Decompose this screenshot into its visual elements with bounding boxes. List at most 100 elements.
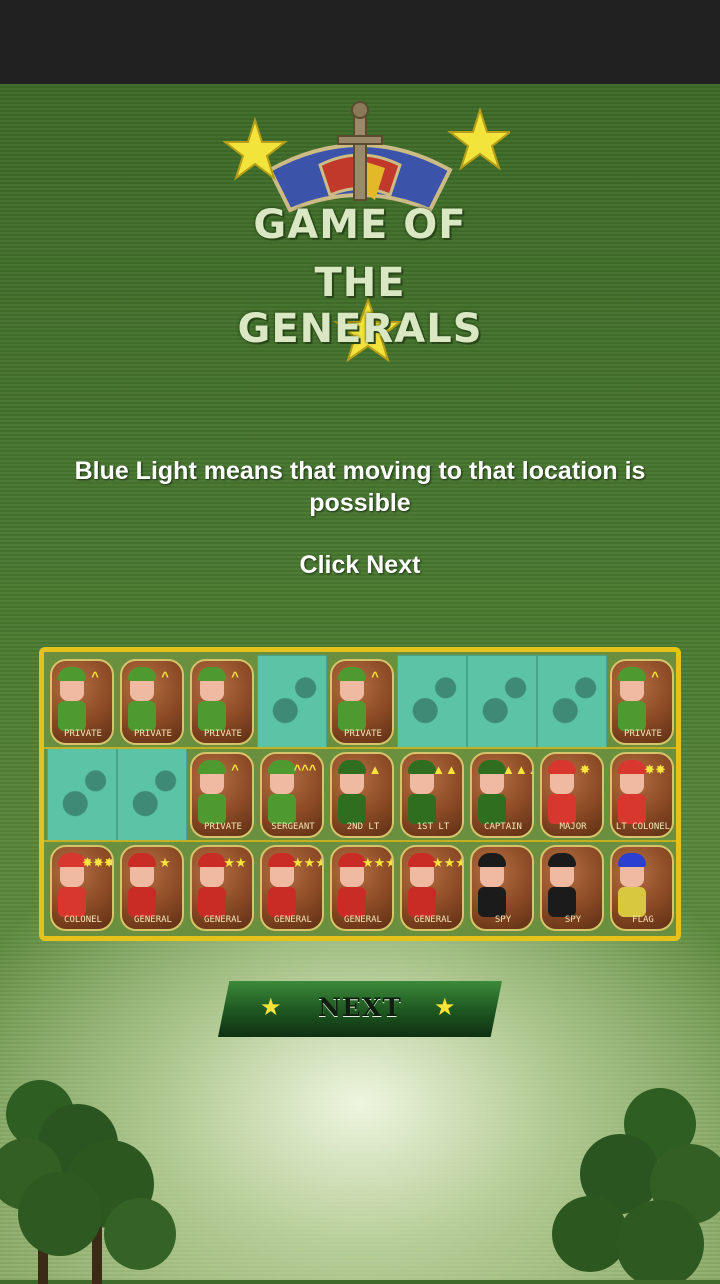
next-button[interactable]: ★ NEXT ★ [218,981,502,1037]
piece-lieutenant[interactable]: ▲ 2ND LT [330,752,394,838]
board-cell-general[interactable]: ★★★ GENERAL [257,841,327,934]
board-cell-colonel[interactable]: ✸✸✸ COLONEL [47,841,117,934]
piece-private[interactable]: ^ PRIVATE [120,659,184,745]
piece-label: CAPTAIN [484,822,522,832]
board-cell-general[interactable]: ★ GENERAL [117,841,187,934]
piece-major[interactable]: ✸ MAJOR [540,752,604,838]
uniform-icon [618,887,646,917]
board-empty-tile[interactable] [537,655,607,748]
piece-general[interactable]: ★★★ GENERAL [260,845,324,931]
rank-insignia: ★★★★ [362,855,392,870]
uniform-icon [478,794,506,824]
piece-label: GENERAL [274,915,312,925]
piece-general[interactable]: ★★★★★ GENERAL [400,845,464,931]
uniform-icon [548,794,576,824]
piece-private[interactable]: ^ PRIVATE [50,659,114,745]
board-cell-private[interactable]: ^ PRIVATE [47,655,117,748]
board-empty-tile[interactable] [397,655,467,748]
next-button-label: NEXT [318,993,402,1022]
board-cell-private[interactable]: ^ PRIVATE [607,655,677,748]
logo-title-line2: THE GENERALS [237,260,483,352]
rank-insignia: ✸✸✸ [82,855,114,870]
piece-label: 2ND LT [346,822,380,832]
board-empty-tile[interactable] [467,655,537,748]
piece-sergeant[interactable]: ^^^ SERGEANT [260,752,324,838]
piece-flag[interactable]: FLAG [610,845,674,931]
rank-insignia: ^ [651,669,659,684]
piece-colonel[interactable]: ✸✸✸ COLONEL [50,845,114,931]
board-cell-spy[interactable]: SPY [467,841,537,934]
rank-insignia: ★★★★★ [432,855,462,870]
piece-general[interactable]: ★ GENERAL [120,845,184,931]
board-cell-spy[interactable]: SPY [537,841,607,934]
uniform-icon [618,701,646,731]
piece-private[interactable]: ^ PRIVATE [330,659,394,745]
rank-insignia: ^ [231,762,239,777]
uniform-icon [408,887,436,917]
piece-lt-colonel[interactable]: ✸✸ LT COLONEL [610,752,674,838]
board-cell-major[interactable]: ✸ MAJOR [537,748,607,841]
star-icon [447,106,510,171]
board-cell-private[interactable]: ^ PRIVATE [187,748,257,841]
uniform-icon [338,887,366,917]
piece-label: SPY [564,915,582,925]
piece-label: PRIVATE [64,729,102,739]
rank-insignia: ★★★ [292,855,324,870]
board-cell-flag[interactable]: FLAG [607,841,677,934]
board-cell-private[interactable]: ^ PRIVATE [327,655,397,748]
board-cell-general[interactable]: ★★★★ GENERAL [327,841,397,934]
piece-label: GENERAL [414,915,452,925]
piece-lieutenant[interactable]: ▲▲ 1ST LT [400,752,464,838]
rank-insignia: ▲▲▲ [502,762,532,777]
uniform-icon [268,794,296,824]
uniform-icon [58,701,86,731]
uniform-icon [338,701,366,731]
piece-label: COLONEL [64,915,102,925]
rank-insignia: ^ [231,669,239,684]
piece-private[interactable]: ^ PRIVATE [190,659,254,745]
uniform-icon [478,887,506,917]
uniform-icon [58,887,86,917]
piece-label: PRIVATE [204,822,242,832]
board-empty-tile[interactable] [117,748,187,841]
piece-captain[interactable]: ▲▲▲ CAPTAIN [470,752,534,838]
uniform-icon [548,887,576,917]
tutorial-instruction: Click Next [299,551,421,579]
piece-label: SPY [494,915,512,925]
board-cell-captain[interactable]: ▲▲▲ CAPTAIN [467,748,537,841]
status-bar [0,0,720,84]
piece-general[interactable]: ★★★★ GENERAL [330,845,394,931]
game-logo: GAME OF THE GENERALS [210,100,510,380]
tree-left-decoration [0,1080,176,1284]
piece-spy[interactable]: SPY [540,845,604,931]
rank-insignia: ^^^ [293,762,317,777]
piece-private[interactable]: ^ PRIVATE [190,752,254,838]
board-cell-lt-colonel[interactable]: ✸✸ LT COLONEL [607,748,677,841]
board-cell-lieutenant[interactable]: ▲ 2ND LT [327,748,397,841]
helmet-icon [548,853,576,867]
rank-insignia: ✸ [579,762,591,777]
piece-label: GENERAL [344,915,382,925]
logo-title-line1: GAME OF [253,202,467,248]
board-cell-general[interactable]: ★★★★★ GENERAL [397,841,467,934]
uniform-icon [198,701,226,731]
piece-general[interactable]: ★★ GENERAL [190,845,254,931]
piece-private[interactable]: ^ PRIVATE [610,659,674,745]
uniform-icon [128,887,156,917]
board-cell-sergeant[interactable]: ^^^ SERGEANT [257,748,327,841]
board-cell-lieutenant[interactable]: ▲▲ 1ST LT [397,748,467,841]
piece-label: PRIVATE [344,729,382,739]
board-empty-tile[interactable] [47,748,117,841]
board-cell-private[interactable]: ^ PRIVATE [187,655,257,748]
rank-insignia: ▲▲ [432,762,458,777]
piece-spy[interactable]: SPY [470,845,534,931]
piece-label: SERGEANT [271,822,315,832]
piece-label: LT COLONEL [615,822,671,832]
piece-label: GENERAL [204,915,242,925]
rank-insignia: ★ [159,855,171,870]
piece-label: FLAG [632,915,654,925]
board-empty-tile[interactable] [257,655,327,748]
board-cell-private[interactable]: ^ PRIVATE [117,655,187,748]
helmet-icon [618,853,646,867]
board-cell-general[interactable]: ★★ GENERAL [187,841,257,934]
